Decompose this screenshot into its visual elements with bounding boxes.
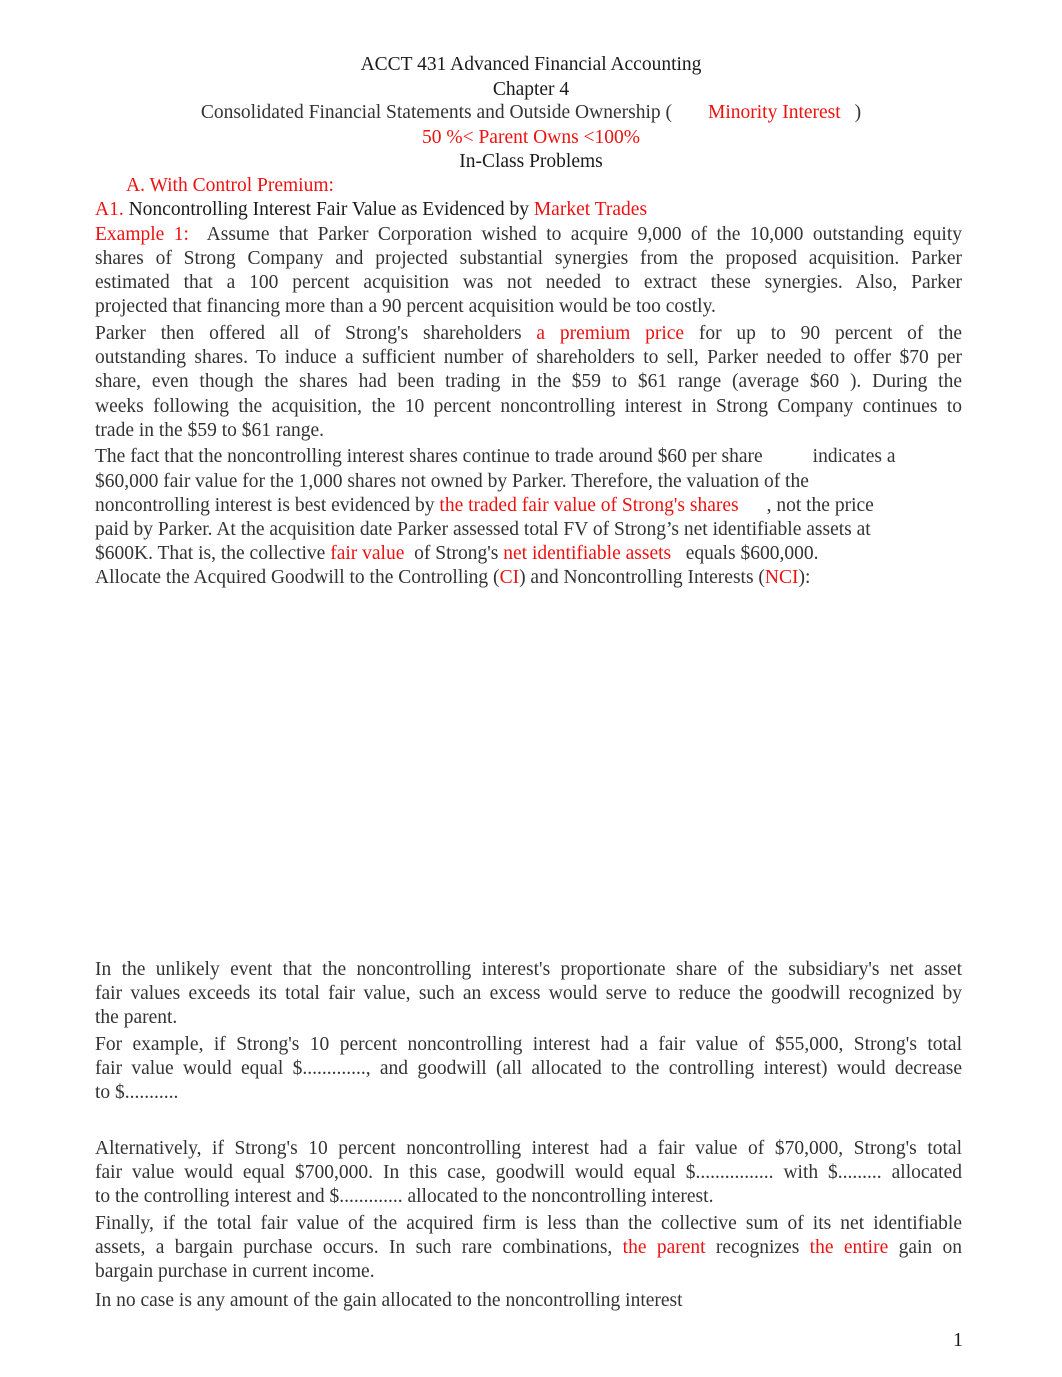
example1-label: Example 1: [95,224,189,245]
p6-line-3: to $........... [95,1082,179,1103]
section-a1-label: A1. [95,199,124,220]
fair-value: fair value [330,543,405,564]
p2-line-1: Parker then offered all of Strong's shar… [95,322,962,346]
p6-line-2: fair value would equal $............., a… [95,1058,962,1079]
example1-text: Assume that Parker Corporation wished to… [206,224,962,245]
p3-text-e: $600K. That is, the collective [95,543,326,564]
p2-line-5: trade in the $59 to $61 range. [95,420,325,441]
net-identifiable-assets: net identifiable assets [503,543,672,564]
p3-text-c: noncontrolling interest is best evidence… [95,495,435,516]
subtitle-close: ) [854,102,862,123]
p3-line-3: noncontrolling interest is best evidence… [95,494,874,518]
p8-line-1: Finally, if the total fair value of the … [95,1213,962,1234]
p3-line-4: paid by Parker. At the acquisition date … [95,519,871,540]
section-a-heading: A. With Control Premium: [126,175,334,196]
p7-line-3: to the controlling interest and $.......… [95,1186,714,1207]
p5-line-2: fair values exceeds its total fair value… [95,983,962,1004]
p3-text-g: equals $600,000. [685,543,819,564]
subtitle-text: Consolidated Financial Statements and Ou… [200,102,672,123]
p8-line-2: assets, a bargain purchase occurs. In su… [95,1236,962,1260]
traded-fair-value: the traded fair value of Strong's shares [439,495,739,516]
p8-text-a: assets, a bargain purchase occurs. In su… [95,1237,613,1258]
subtitle-minority-interest: Minority Interest [707,102,841,123]
p7-line-1: Alternatively, if Strong's 10 percent no… [95,1138,962,1159]
chapter-title: Chapter 4 [492,79,570,100]
p6-line-1: For example, if Strong's 10 percent nonc… [95,1034,962,1055]
subtitle: Consolidated Financial Statements and Ou… [0,101,1062,125]
premium-price: a premium price [536,323,685,344]
ownership-range: 50 %< Parent Owns <100% [421,127,641,148]
p8-text-c: gain on [898,1237,963,1258]
p2-text-a: Parker then offered all of Strong's shar… [95,323,522,344]
p3-text-b: indicates a [812,446,896,467]
allocate-goodwill-line: Allocate the Acquired Goodwill to the Co… [95,566,810,590]
section-a1-market-trades: Market Trades [533,199,648,220]
p7-line-2: fair value would equal $700,000. In this… [95,1162,962,1183]
example1-line-1: Example 1: Assume that Parker Corporatio… [95,223,962,247]
p2-line-2: outstanding shares. To induce a sufficie… [95,347,962,368]
p3-text-d: , not the price [766,495,874,516]
course-title: ACCT 431 Advanced Financial Accounting [360,54,702,75]
p5-line-3: the parent. [95,1007,178,1028]
p4-text-b: ) and Noncontrolling Interests ( [519,567,765,588]
the-parent: the parent [622,1237,706,1258]
p3-text-a: The fact that the noncontrolling interes… [95,446,763,467]
nci-label: NCI [764,567,799,588]
p3-text-f: of Strong's [414,543,499,564]
p5-line-1: In the unlikely event that the noncontro… [95,959,962,980]
p3-line-5: $600K. That is, the collective fair valu… [95,542,818,566]
section-a1-title: Noncontrolling Interest Fair Value as Ev… [128,199,529,220]
the-entire: the entire [809,1237,889,1258]
example1-line-3: estimated that a 100 percent acquisition… [95,272,962,293]
page-number: 1 [953,1329,963,1351]
ci-label: CI [499,567,520,588]
p4-text-c: ): [798,567,811,588]
p3-line-2: $60,000 fair value for the 1,000 shares … [95,471,809,492]
example1-line-4: projected that financing more than a 90 … [95,296,716,317]
p2-line-3: share, even though the shares had been t… [95,371,962,392]
p2-text-b: for up to 90 percent of the [698,323,963,344]
section-a1-heading: A1. Noncontrolling Interest Fair Value a… [95,198,647,222]
example1-line-2: shares of Strong Company and projected s… [95,248,962,269]
p3-line-1: The fact that the noncontrolling interes… [95,445,896,469]
p9-line: In no case is any amount of the gain all… [95,1290,683,1311]
p4-text-a: Allocate the Acquired Goodwill to the Co… [95,567,500,588]
p8-line-3: bargain purchase in current income. [95,1261,375,1282]
problems-title: In-Class Problems [459,151,603,172]
p8-text-b: recognizes [715,1237,800,1258]
p2-line-4: weeks following the acquisition, the 10 … [95,396,962,417]
